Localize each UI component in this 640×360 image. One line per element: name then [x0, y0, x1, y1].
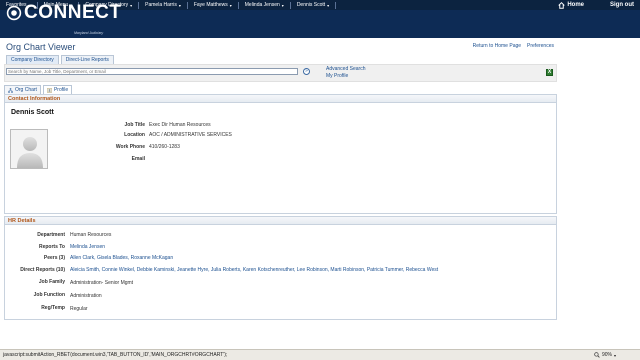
department-value: Human Resources: [70, 232, 112, 238]
nav-divider: [335, 1, 337, 9]
hr-details-panel: HR Details Department Human Resources Re…: [4, 216, 557, 320]
job-family-value: Administration- Senior Mgmt: [70, 280, 134, 286]
home-link[interactable]: Home: [552, 1, 590, 9]
zoom-control[interactable]: 90% ▾: [594, 352, 616, 358]
peers-label: Peers (3): [43, 255, 65, 261]
tab-profile-label: Profile: [53, 87, 69, 93]
nav-dennis-scott-label: Dennis Scott: [296, 2, 326, 8]
contact-information-panel: Contact Information Dennis Scott Job Tit…: [4, 94, 557, 214]
chevron-down-icon: ▾: [614, 352, 617, 358]
nav-pamela-harris[interactable]: Pamela Harris ▾: [139, 2, 187, 8]
location-label: Location: [124, 132, 145, 138]
person-name: Dennis Scott: [11, 109, 54, 116]
job-family-label: Job Family: [38, 279, 65, 285]
preferences-link[interactable]: Preferences: [527, 43, 554, 49]
home-icon: [558, 1, 565, 9]
nav-melinda-jensen[interactable]: Melinda Jensen ▾: [239, 2, 290, 8]
location-value: AOC / ADMINISTRATIVE SERVICES: [149, 132, 232, 138]
logo-text: CONNECT: [24, 2, 122, 23]
my-profile-link[interactable]: My Profile: [326, 73, 365, 80]
reports-to-link[interactable]: Melinda Jensen: [70, 244, 105, 250]
connect-logo-icon: [6, 5, 22, 21]
signout-link[interactable]: Sign out: [604, 2, 640, 8]
nav-melinda-jensen-label: Melinda Jensen: [244, 2, 280, 8]
reg-temp-label: Reg/Temp: [41, 305, 65, 311]
return-home-link[interactable]: Return to Home Page: [473, 43, 521, 49]
excel-export-icon[interactable]: X: [546, 69, 553, 76]
chevron-down-icon: ▾: [178, 2, 181, 8]
status-url-text: javascript:submitAction_RBET(document.wi…: [3, 352, 228, 358]
email-label: Email: [131, 156, 145, 162]
chevron-down-icon: ▾: [327, 2, 330, 8]
search-go-icon[interactable]: »: [303, 68, 310, 75]
reg-temp-value: Regular: [70, 306, 88, 312]
connect-logo[interactable]: CONNECT: [6, 2, 121, 24]
chevron-down-icon: ▾: [281, 2, 284, 8]
job-title-value: Exec Dir Human Resources: [149, 122, 211, 128]
nav-faye-matthews-label: Faye Matthews: [193, 2, 228, 8]
department-label: Department: [37, 232, 65, 238]
chevron-down-icon: ▾: [229, 2, 232, 8]
search-input[interactable]: [6, 68, 298, 75]
reports-to-label: Reports To: [38, 244, 65, 250]
work-phone-label: Work Phone: [115, 144, 145, 150]
job-function-label: Job Function: [33, 292, 65, 298]
browser-status-bar: javascript:submitAction_RBET(document.wi…: [0, 349, 640, 360]
profile-icon: [47, 87, 52, 93]
org-chart-icon: [8, 87, 13, 93]
search-links: Advanced Search My Profile: [326, 66, 365, 80]
tab-org-chart-label: Org Chart: [15, 87, 37, 93]
top-links: Return to Home Page Preferences: [473, 43, 554, 49]
page-title: Org Chart Viewer: [6, 42, 76, 52]
nav-faye-matthews[interactable]: Faye Matthews ▾: [188, 2, 238, 8]
advanced-search-link[interactable]: Advanced Search: [326, 66, 365, 73]
home-label: Home: [567, 2, 584, 8]
nav-pamela-harris-label: Pamela Harris: [145, 2, 177, 8]
job-title-label: Job Title: [124, 122, 145, 128]
signout-label: Sign out: [610, 2, 634, 8]
zoom-icon: [594, 352, 600, 358]
logo-subtitle: Maryland Judiciary: [74, 31, 104, 35]
job-function-value: Administration: [70, 293, 102, 299]
direct-reports-label: Direct Reports (10): [20, 267, 65, 273]
work-phone-value: 410/260-1283: [149, 144, 180, 150]
nav-dennis-scott[interactable]: Dennis Scott ▾: [291, 2, 335, 8]
chevron-down-icon: ▾: [130, 2, 133, 8]
zoom-level: 90%: [602, 352, 613, 358]
direct-reports-links[interactable]: Aleicia Smith, Connie Winkel, Debbie Kam…: [70, 267, 438, 273]
hr-section-title: HR Details: [5, 217, 556, 225]
peers-links[interactable]: Allen Clark, Gisela Blades, Roxanne McKa…: [70, 255, 173, 261]
nav-right-group: Home Sign out: [552, 1, 640, 9]
contact-section-title: Contact Information: [5, 95, 556, 103]
